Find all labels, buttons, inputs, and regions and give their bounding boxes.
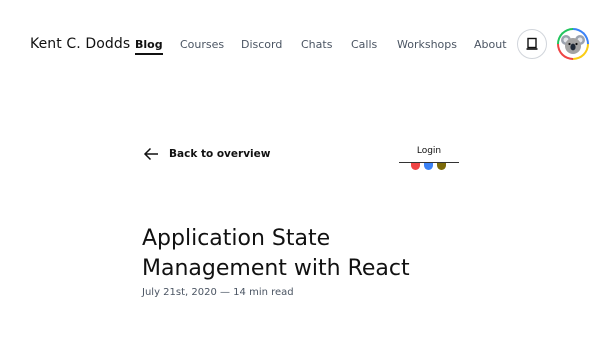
login-dot-blue — [424, 163, 433, 170]
back-to-overview-link[interactable]: Back to overview — [143, 147, 270, 161]
nav-item-blog[interactable]: Blog — [135, 38, 163, 55]
laptop-icon — [526, 37, 538, 50]
login-dot-red — [411, 163, 420, 170]
login-dot-olive — [437, 163, 446, 170]
avatar-button[interactable] — [557, 28, 589, 60]
nav-item-about[interactable]: About — [474, 38, 507, 51]
nav-item-calls[interactable]: Calls — [351, 38, 377, 51]
post-meta: July 21st, 2020 — 14 min read — [142, 287, 294, 298]
page: Kent C. Dodds Blog Courses Discord Chats… — [0, 0, 600, 338]
login-label: Login — [416, 146, 442, 156]
post-title-line-2: Management with React — [142, 256, 410, 281]
theme-toggle-button[interactable] — [517, 29, 547, 59]
site-title-link[interactable]: Kent C. Dodds — [30, 36, 130, 52]
login-widget[interactable]: Login — [399, 146, 459, 174]
back-link-label: Back to overview — [169, 148, 271, 160]
post-title: Application State Management with React — [142, 224, 462, 284]
koala-avatar-icon — [559, 30, 587, 58]
post-title-line-1: Application State — [142, 226, 331, 251]
nav-item-courses[interactable]: Courses — [180, 38, 224, 51]
nav-item-workshops[interactable]: Workshops — [397, 38, 457, 51]
nav-item-discord[interactable]: Discord — [241, 38, 282, 51]
nav-item-chats[interactable]: Chats — [301, 38, 332, 51]
arrow-left-icon — [143, 147, 158, 161]
